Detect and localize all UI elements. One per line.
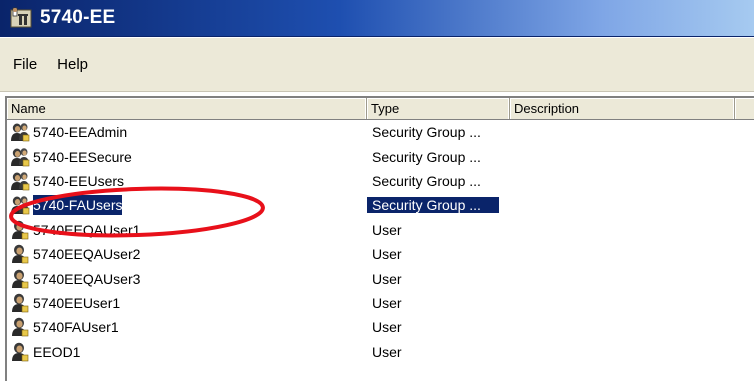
row-name-label: 5740EEQAUser1 — [33, 221, 141, 238]
row-name-cell[interactable]: 5740-EESecure — [7, 147, 367, 167]
column-header-type[interactable]: Type — [367, 98, 510, 119]
group-icon — [9, 147, 33, 167]
list-row[interactable]: 5740-EESecure Security Group ... — [7, 144, 754, 168]
row-name-label: 5740-EEUsers — [33, 172, 125, 189]
group-icon — [9, 171, 33, 191]
row-name-label: 5740-EESecure — [33, 148, 132, 165]
user-icon — [9, 317, 33, 337]
row-type-cell: User — [372, 294, 402, 311]
column-header-filler — [735, 98, 754, 119]
user-icon — [9, 293, 33, 313]
row-name-label: 5740EEQAUser2 — [33, 246, 141, 263]
row-type-cell: User — [372, 246, 402, 263]
row-name-label: 5740FAUser1 — [33, 319, 119, 336]
row-name-cell[interactable]: 5740-FAUsers — [7, 195, 367, 216]
row-name-cell[interactable]: 5740EEQAUser1 — [7, 220, 367, 240]
user-icon — [9, 342, 33, 362]
row-name-cell[interactable]: 5740EEQAUser3 — [7, 269, 367, 289]
row-type-cell: Security Group ... — [372, 124, 481, 141]
list-row[interactable]: 5740EEQAUser1 User — [7, 218, 754, 242]
row-name-cell[interactable]: 5740EEUser1 — [7, 293, 367, 313]
list-row[interactable]: 5740-EEAdmin Security Group ... — [7, 120, 754, 144]
row-type-cell: User — [372, 343, 402, 360]
list-row[interactable]: EEOD1 User — [7, 340, 754, 364]
list-row[interactable]: 5740EEUser1 User — [7, 291, 754, 315]
row-type-cell: Security Group ... — [367, 197, 499, 214]
column-header-description[interactable]: Description — [510, 98, 735, 119]
list-row[interactable]: 5740FAUser1 User — [7, 315, 754, 339]
user-icon — [9, 220, 33, 240]
row-name-label: 5740-FAUsers — [33, 195, 123, 216]
row-type-cell: User — [372, 221, 402, 238]
title-bar: 5740-EE — [0, 0, 754, 37]
row-name-cell[interactable]: 5740FAUser1 — [7, 317, 367, 337]
row-name-cell[interactable]: 5740-EEUsers — [7, 171, 367, 191]
menu-bar: File Help — [0, 38, 754, 92]
menu-file[interactable]: File — [6, 52, 44, 77]
row-name-label: EEOD1 — [33, 343, 81, 360]
list-row[interactable]: 5740-EEUsers Security Group ... — [7, 169, 754, 193]
group-icon — [9, 195, 33, 215]
row-type-cell: User — [372, 319, 402, 336]
row-name-label: 5740-EEAdmin — [33, 124, 128, 141]
row-name-cell[interactable]: 5740EEQAUser2 — [7, 244, 367, 264]
group-list-view[interactable]: Name Type Description 5740-EEAdmin Securi… — [5, 96, 754, 381]
list-row[interactable]: 5740-FAUsers Security Group ... — [7, 193, 754, 217]
app-icon — [10, 7, 32, 28]
menu-help[interactable]: Help — [50, 52, 95, 77]
row-name-cell[interactable]: EEOD1 — [7, 342, 367, 362]
list-row[interactable]: 5740EEQAUser2 User — [7, 242, 754, 266]
user-icon — [9, 244, 33, 264]
row-type-cell: Security Group ... — [372, 148, 481, 165]
column-header-name[interactable]: Name — [7, 98, 367, 119]
group-icon — [9, 122, 33, 142]
user-icon — [9, 269, 33, 289]
row-type-cell: Security Group ... — [372, 172, 481, 189]
list-row[interactable]: 5740EEQAUser3 User — [7, 266, 754, 290]
row-name-label: 5740EEUser1 — [33, 294, 121, 311]
window-title: 5740-EE — [40, 7, 116, 28]
row-type-cell: User — [372, 270, 402, 287]
list-rows: 5740-EEAdmin Security Group ... 5740-EESe… — [7, 120, 754, 364]
list-header: Name Type Description — [7, 98, 754, 120]
row-name-label: 5740EEQAUser3 — [33, 270, 141, 287]
row-name-cell[interactable]: 5740-EEAdmin — [7, 122, 367, 142]
